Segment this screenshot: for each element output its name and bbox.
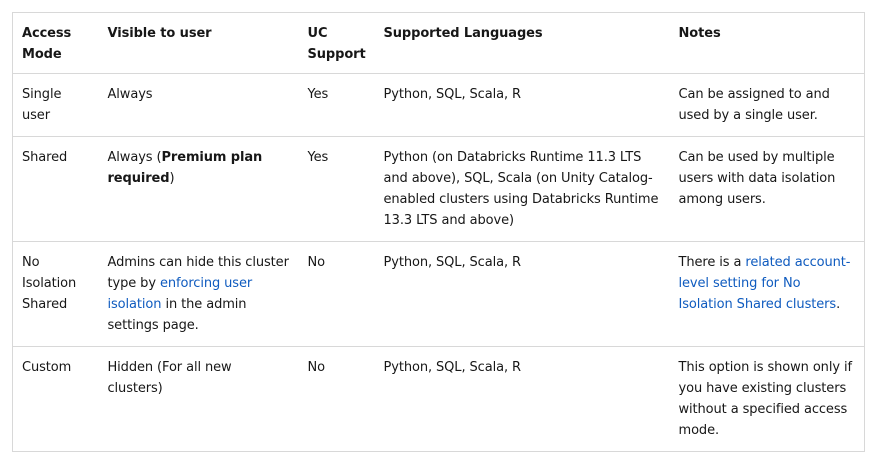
table-header-row: Access Mode Visible to user UC Support S… — [13, 13, 865, 74]
cell-notes: Can be assigned to and used by a single … — [669, 73, 865, 137]
cell-access-mode: Shared — [12, 136, 99, 242]
cell-visible-to-user: Always (Premium plan required) — [98, 136, 299, 242]
cell-supported-languages: Python (on Databricks Runtime 11.3 LTS a… — [374, 136, 670, 242]
cell-supported-languages: Python, SQL, Scala, R — [374, 346, 670, 452]
cell-visible-to-user: Always — [98, 73, 299, 137]
visible-text-end: ) — [169, 171, 175, 186]
cell-visible-to-user: Hidden (For all new clusters) — [98, 346, 299, 452]
table-row: No Isolation Shared Admins can hide this… — [12, 241, 865, 347]
cell-notes: There is a related account-level setting… — [669, 241, 865, 347]
notes-text: There is a — [678, 255, 746, 270]
notes-text-end: . — [836, 297, 841, 312]
cell-access-mode: No Isolation Shared — [12, 241, 99, 347]
cell-visible-to-user: Admins can hide this cluster type by enf… — [98, 241, 299, 347]
header-access-mode: Access Mode — [22, 26, 72, 62]
cell-supported-languages: Python, SQL, Scala, R — [374, 73, 670, 137]
cell-uc-support: Yes — [298, 73, 375, 137]
cell-access-mode: Single user — [12, 73, 99, 137]
access-mode-table-container: Access Mode Visible to user UC Support S… — [12, 12, 865, 452]
table-row: Single user Always Yes Python, SQL, Scal… — [12, 73, 865, 137]
table-row: Shared Always (Premium plan required) Ye… — [12, 136, 865, 242]
header-notes: Notes — [678, 26, 721, 41]
visible-text: Always ( — [107, 150, 162, 165]
cell-notes: This option is shown only if you have ex… — [669, 346, 865, 452]
cell-notes: Can be used by multiple users with data … — [669, 136, 865, 242]
header-supported-languages: Supported Languages — [383, 26, 543, 41]
table-row: Custom Hidden (For all new clusters) No … — [12, 346, 865, 452]
cell-supported-languages: Python, SQL, Scala, R — [374, 241, 670, 347]
cell-uc-support: No — [298, 346, 375, 452]
cell-uc-support: No — [298, 241, 375, 347]
header-uc-support: UC Support — [307, 26, 366, 62]
header-visible-to-user: Visible to user — [107, 26, 212, 41]
access-mode-table: Access Mode Visible to user UC Support S… — [12, 12, 865, 452]
cell-access-mode: Custom — [12, 346, 99, 452]
cell-uc-support: Yes — [298, 136, 375, 242]
